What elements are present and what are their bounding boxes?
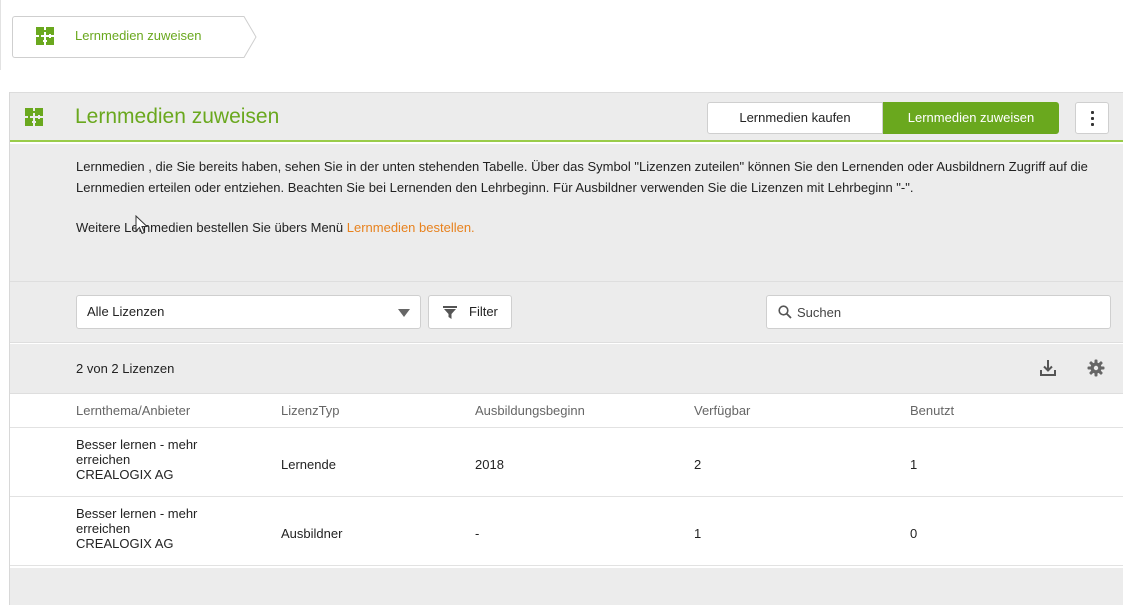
more-vertical-icon: [1091, 111, 1095, 129]
column-header-topic[interactable]: Lernthema/Anbieter: [76, 403, 190, 418]
provider-name: CREALOGIX AG: [76, 467, 174, 482]
column-header-start[interactable]: Ausbildungsbeginn: [475, 403, 585, 418]
breadcrumb-bar: Lernmedien zuweisen: [0, 0, 1123, 70]
topic-title-line1: Besser lernen - mehr: [76, 437, 198, 452]
search-input[interactable]: [797, 296, 1097, 328]
puzzle-icon: [36, 27, 54, 45]
topic-title-line1: Besser lernen - mehr: [76, 506, 198, 521]
license-select[interactable]: Alle Lizenzen: [76, 295, 421, 329]
license-type-cell: Lernende: [281, 457, 336, 472]
funnel-icon: [443, 306, 457, 319]
results-bar: 2 von 2 Lizenzen: [10, 344, 1123, 394]
license-type-cell: Ausbildner: [281, 526, 343, 541]
assign-media-button[interactable]: Lernmedien zuweisen: [883, 102, 1059, 134]
table-header: Lernthema/Anbieter LizenzTyp Ausbildungs…: [10, 394, 1123, 428]
buy-media-button[interactable]: Lernmedien kaufen: [707, 102, 883, 134]
table-row[interactable]: Besser lernen - mehr erreichen CREALOGIX…: [10, 498, 1123, 566]
mouse-cursor-icon: [135, 215, 149, 235]
topic-title-line2: erreichen: [76, 521, 131, 536]
start-cell: -: [475, 526, 480, 541]
order-hint-text: Weitere Lernmedien bestellen Sie übers M…: [76, 220, 347, 235]
available-cell: 2: [694, 457, 702, 472]
main-panel: Lernmedien zuweisen Lernmedien kaufen Le…: [9, 92, 1123, 605]
topic-cell: Besser lernen - mehr erreichen CREALOGIX…: [76, 437, 266, 482]
topic-cell: Besser lernen - mehr erreichen CREALOGIX…: [76, 506, 266, 551]
search-box[interactable]: [766, 295, 1111, 329]
page-header: Lernmedien zuweisen Lernmedien kaufen Le…: [10, 92, 1123, 142]
order-media-link[interactable]: Lernmedien bestellen.: [347, 220, 475, 235]
available-cell: 1: [694, 526, 702, 541]
topic-title-line2: erreichen: [76, 452, 131, 467]
table-row[interactable]: Besser lernen - mehr erreichen CREALOGIX…: [10, 429, 1123, 497]
column-header-available[interactable]: Verfügbar: [694, 403, 750, 418]
column-header-license-type[interactable]: LizenzTyp: [281, 403, 340, 418]
breadcrumb[interactable]: Lernmedien zuweisen: [12, 16, 257, 58]
intro-text: Lernmedien , die Sie bereits haben, sehe…: [76, 159, 1088, 195]
breadcrumb-label[interactable]: Lernmedien zuweisen: [75, 28, 201, 43]
provider-name: CREALOGIX AG: [76, 536, 174, 551]
used-cell: 1: [910, 457, 918, 472]
search-icon: [778, 305, 792, 319]
column-header-used[interactable]: Benutzt: [910, 403, 954, 418]
order-hint: Weitere Lernmedien bestellen Sie übers M…: [76, 217, 1094, 238]
filter-button[interactable]: Filter: [428, 295, 512, 329]
start-cell: 2018: [475, 457, 504, 472]
result-count: 2 von 2 Lizenzen: [76, 361, 175, 376]
puzzle-icon: [25, 108, 43, 126]
caret-down-icon: [398, 309, 410, 317]
table-footer: [10, 568, 1123, 605]
filter-button-label: Filter: [469, 304, 498, 319]
download-icon[interactable]: [1039, 359, 1057, 377]
filter-toolbar: Alle Lizenzen Filter: [10, 281, 1123, 343]
breadcrumb-arrow: [234, 16, 257, 58]
page-title: Lernmedien zuweisen: [75, 105, 280, 128]
used-cell: 0: [910, 526, 918, 541]
gear-icon[interactable]: [1087, 359, 1105, 377]
license-select-value: Alle Lizenzen: [87, 304, 165, 319]
intro-panel: Lernmedien , die Sie bereits haben, sehe…: [10, 144, 1123, 281]
more-menu-button[interactable]: [1075, 102, 1109, 134]
